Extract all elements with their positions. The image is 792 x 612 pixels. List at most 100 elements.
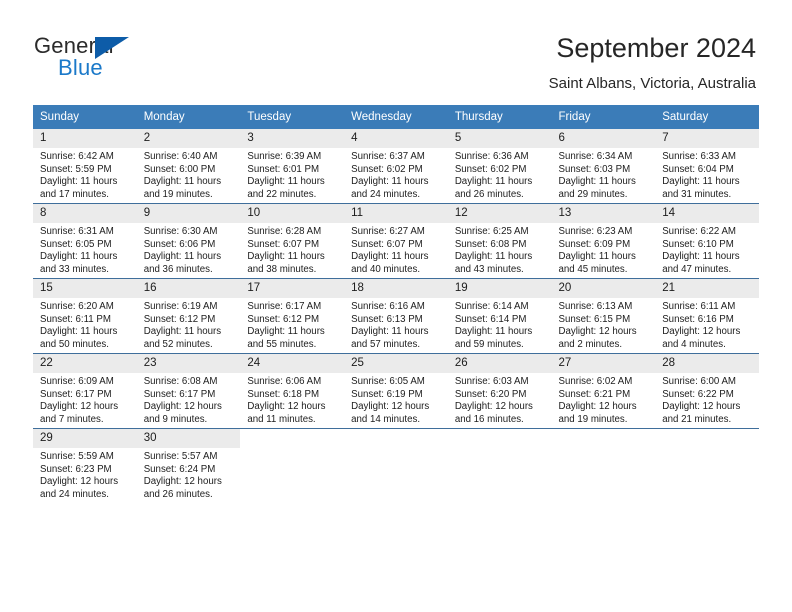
general-blue-logo[interactable]: General Blue [34,33,204,85]
weekday-header-wednesday: Wednesday [344,105,448,129]
sunrise-time: Sunrise: 6:05 AM [351,376,425,387]
sunset-time: Sunset: 6:22 PM [662,388,734,400]
daylight-duration-line1: Daylight: 11 hours [143,251,222,263]
sunrise-time: Sunrise: 6:19 AM [143,301,218,312]
daylight-duration-line2: and 24 minutes. [40,488,109,500]
calendar-cell-empty [344,428,448,503]
daylight-duration-line1: Daylight: 12 hours [454,401,533,413]
calendar-day-cell[interactable]: 18 Sunrise: 6:16 AM Sunset: 6:13 PM Dayligh… [344,278,448,354]
day-details [344,448,448,451]
sunrise-time: Sunrise: 6:11 AM [662,301,736,312]
calendar-day-cell[interactable]: 22 Sunrise: 6:09 AM Sunset: 6:17 PM Dayligh… [33,353,137,429]
sunset-time: Sunset: 5:59 PM [40,163,112,175]
page-subtitle: Saint Albans, Victoria, Australia [548,75,756,92]
daylight-duration-line2: and 45 minutes. [558,263,628,275]
sunset-time: Sunset: 6:16 PM [662,313,734,325]
daylight-duration-line1: Daylight: 11 hours [247,326,325,338]
day-number [552,429,656,448]
day-details: Sunrise: 6:42 AM Sunset: 5:59 PM Daylight:… [33,148,137,201]
calendar-day-cell[interactable]: 29 Sunrise: 5:59 AM Sunset: 6:23 PM Dayligh… [33,428,137,503]
sunset-time: Sunset: 6:14 PM [454,313,527,325]
calendar-day-cell[interactable]: 5 Sunrise: 6:36 AM Sunset: 6:02 PM Daylight… [447,129,552,204]
calendar-day-cell[interactable]: 10 Sunrise: 6:28 AM Sunset: 6:07 PM Dayligh… [240,203,345,279]
day-number: 13 [551,204,656,223]
day-number: 6 [551,129,656,148]
calendar-day-cell[interactable]: 20 Sunrise: 6:13 AM Sunset: 6:15 PM Dayligh… [551,278,656,354]
day-number: 21 [655,279,759,298]
calendar-day-cell[interactable]: 3 Sunrise: 6:39 AM Sunset: 6:01 PM Daylight… [240,129,345,204]
calendar-day-cell[interactable]: 8 Sunrise: 6:31 AM Sunset: 6:05 PM Daylight… [33,203,137,279]
daylight-duration-line1: Daylight: 11 hours [558,251,636,263]
sunset-time: Sunset: 6:23 PM [40,463,112,475]
day-details: Sunrise: 6:16 AM Sunset: 6:13 PM Daylight:… [344,298,448,351]
calendar-day-cell[interactable]: 14 Sunrise: 6:22 AM Sunset: 6:10 PM Dayligh… [655,203,759,279]
day-number [448,429,552,448]
day-number [240,429,344,448]
page-title: September 2024 [556,33,756,63]
calendar-day-cell[interactable]: 6 Sunrise: 6:34 AM Sunset: 6:03 PM Daylight… [551,129,656,204]
sunrise-time: Sunrise: 6:17 AM [247,301,322,312]
calendar-day-cell[interactable]: 7 Sunrise: 6:33 AM Sunset: 6:04 PM Daylight… [655,129,759,204]
day-details: Sunrise: 6:28 AM Sunset: 6:07 PM Daylight:… [240,223,344,276]
sunrise-time: Sunrise: 6:13 AM [558,301,633,312]
daylight-duration-line1: Daylight: 12 hours [662,401,741,413]
day-details: Sunrise: 6:34 AM Sunset: 6:03 PM Daylight:… [552,148,656,201]
daylight-duration-line2: and 16 minutes. [454,413,524,425]
sunset-time: Sunset: 6:15 PM [558,313,631,325]
calendar-day-cell[interactable]: 1 Sunrise: 6:42 AM Sunset: 5:59 PM Daylight… [33,129,137,204]
calendar-day-cell[interactable]: 17 Sunrise: 6:17 AM Sunset: 6:12 PM Dayligh… [240,278,345,354]
daylight-duration-line2: and 38 minutes. [247,263,317,275]
calendar-day-cell[interactable]: 2 Sunrise: 6:40 AM Sunset: 6:00 PM Daylight… [136,129,241,204]
daylight-duration-line2: and 24 minutes. [351,188,421,200]
day-number: 30 [136,429,241,448]
daylight-duration-line1: Daylight: 12 hours [662,326,741,338]
calendar-week-row: 29 Sunrise: 5:59 AM Sunset: 6:23 PM Dayligh… [33,428,759,503]
day-number: 28 [655,354,759,373]
sunset-time: Sunset: 6:07 PM [247,238,320,250]
calendar-day-cell[interactable]: 11 Sunrise: 6:27 AM Sunset: 6:07 PM Dayligh… [344,203,448,279]
sunrise-time: Sunrise: 6:36 AM [454,151,529,162]
calendar-cell-empty [447,428,552,503]
sunset-time: Sunset: 6:01 PM [247,163,320,175]
calendar-day-cell[interactable]: 15 Sunrise: 6:20 AM Sunset: 6:11 PM Dayligh… [33,278,137,354]
calendar-day-cell[interactable]: 26 Sunrise: 6:03 AM Sunset: 6:20 PM Dayligh… [447,353,552,429]
day-number: 4 [344,129,448,148]
calendar-week-row: 15 Sunrise: 6:20 AM Sunset: 6:11 PM Dayligh… [33,278,759,354]
page-header: General Blue September 2024 Saint Albans… [0,0,792,100]
day-details: Sunrise: 6:05 AM Sunset: 6:19 PM Daylight:… [344,373,448,426]
calendar-day-cell[interactable]: 13 Sunrise: 6:23 AM Sunset: 6:09 PM Dayligh… [551,203,656,279]
sunset-time: Sunset: 6:03 PM [558,163,631,175]
calendar-day-cell[interactable]: 4 Sunrise: 6:37 AM Sunset: 6:02 PM Daylight… [344,129,448,204]
day-number: 10 [240,204,345,223]
weekday-header-saturday: Saturday [655,105,759,129]
day-details: Sunrise: 6:37 AM Sunset: 6:02 PM Daylight:… [344,148,448,201]
sunrise-time: Sunrise: 6:22 AM [662,226,736,237]
daylight-duration-line2: and 11 minutes. [247,413,316,425]
calendar-day-cell[interactable]: 28 Sunrise: 6:00 AM Sunset: 6:22 PM Dayligh… [655,353,759,429]
calendar-day-cell[interactable]: 21 Sunrise: 6:11 AM Sunset: 6:16 PM Dayligh… [655,278,759,354]
sunrise-time: Sunrise: 6:31 AM [40,226,114,237]
calendar-day-cell[interactable]: 24 Sunrise: 6:06 AM Sunset: 6:18 PM Dayligh… [240,353,345,429]
calendar-day-cell[interactable]: 12 Sunrise: 6:25 AM Sunset: 6:08 PM Dayligh… [447,203,552,279]
sunrise-time: Sunrise: 6:28 AM [247,226,322,237]
day-details [655,448,759,451]
calendar-day-cell[interactable]: 16 Sunrise: 6:19 AM Sunset: 6:12 PM Dayligh… [136,278,241,354]
day-details: Sunrise: 6:40 AM Sunset: 6:00 PM Daylight:… [137,148,241,201]
sunrise-time: Sunrise: 6:16 AM [351,301,425,312]
calendar-day-cell[interactable]: 25 Sunrise: 6:05 AM Sunset: 6:19 PM Dayligh… [344,353,448,429]
day-details: Sunrise: 6:09 AM Sunset: 6:17 PM Daylight:… [33,373,137,426]
day-details: Sunrise: 6:14 AM Sunset: 6:14 PM Daylight:… [448,298,552,351]
calendar-day-cell[interactable]: 27 Sunrise: 6:02 AM Sunset: 6:21 PM Dayligh… [551,353,656,429]
daylight-duration-line1: Daylight: 11 hours [40,251,118,263]
calendar-day-cell[interactable]: 9 Sunrise: 6:30 AM Sunset: 6:06 PM Daylight… [136,203,241,279]
calendar-week-row: 22 Sunrise: 6:09 AM Sunset: 6:17 PM Dayligh… [33,353,759,429]
sunrise-time: Sunrise: 6:06 AM [247,376,322,387]
day-details [448,448,552,451]
day-number: 29 [33,429,137,448]
weekday-header-row: Sunday Monday Tuesday Wednesday Thursday… [33,105,759,129]
day-number: 8 [33,204,137,223]
calendar-day-cell[interactable]: 30 Sunrise: 5:57 AM Sunset: 6:24 PM Dayligh… [136,428,241,503]
calendar-day-cell[interactable]: 23 Sunrise: 6:08 AM Sunset: 6:17 PM Dayligh… [136,353,241,429]
calendar-day-cell[interactable]: 19 Sunrise: 6:14 AM Sunset: 6:14 PM Dayligh… [447,278,552,354]
day-number: 25 [344,354,448,373]
